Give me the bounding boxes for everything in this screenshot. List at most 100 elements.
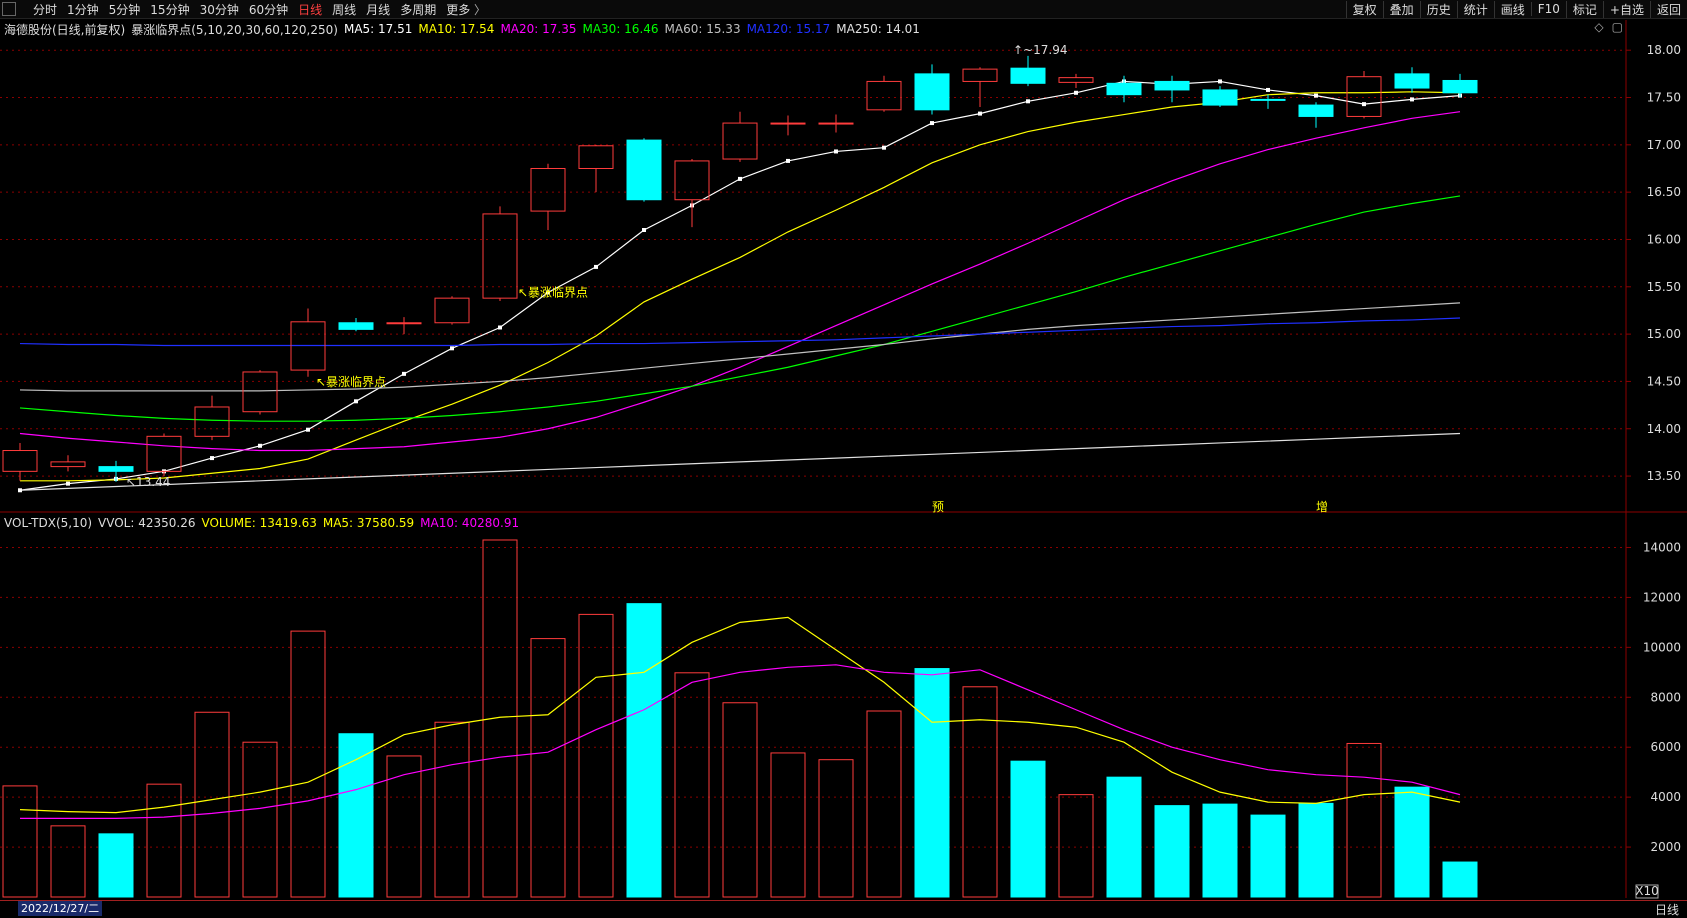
ma5-dot	[1410, 97, 1414, 102]
price-tick-label: 17.50	[1647, 91, 1681, 105]
volume-bar	[194, 711, 230, 898]
volume-bar	[98, 833, 134, 898]
candle-body	[386, 322, 422, 325]
volume-bar	[818, 759, 854, 898]
price-tick-label: 14.00	[1647, 422, 1681, 436]
candle-body	[962, 68, 998, 82]
xscale-label: X10	[1635, 884, 1659, 898]
candle-body	[242, 371, 278, 413]
candle-body	[194, 406, 230, 437]
candle-body	[98, 466, 134, 472]
ma5-dot	[402, 371, 406, 376]
volume-bar	[50, 825, 86, 898]
price-tick-label: 14.50	[1647, 374, 1681, 388]
candle-body	[722, 122, 758, 160]
bottom-axis-bar	[0, 900, 1687, 918]
period-label: 日线	[1654, 903, 1679, 917]
price-tick-label: 16.00	[1647, 232, 1681, 246]
ma5-dot	[594, 264, 598, 269]
candle-body	[1202, 89, 1238, 106]
candle-body	[770, 122, 806, 125]
high-price-annotation: ↑~17.94	[1013, 43, 1067, 57]
ma5-dot	[210, 456, 214, 461]
price-tick-label: 18.00	[1647, 43, 1681, 57]
volume-tick-label: 4000	[1650, 790, 1681, 804]
volume-tick-label: 12000	[1643, 590, 1681, 604]
volume-bar	[914, 668, 950, 898]
ma5-dot	[1266, 87, 1270, 92]
ma5-dot	[642, 228, 646, 233]
volume-bar	[578, 613, 614, 898]
ma5-dot	[1074, 90, 1078, 95]
volume-bar	[770, 752, 806, 898]
volume-bar	[146, 783, 182, 898]
ma5-dot	[1218, 79, 1222, 84]
candle-body	[866, 80, 902, 111]
volume-tick-label: 2000	[1650, 840, 1681, 854]
volume-tick-label: 10000	[1643, 640, 1681, 654]
ma5-dot	[1314, 93, 1318, 98]
volume-bar	[1202, 803, 1238, 898]
volume-tick-label: 14000	[1643, 540, 1681, 554]
volume-tick-label: 8000	[1650, 690, 1681, 704]
volume-bar	[242, 741, 278, 898]
ma5-dot	[354, 399, 358, 404]
candle-body	[1394, 73, 1430, 89]
volume-bar	[434, 721, 470, 898]
ma5-dot	[738, 176, 742, 181]
ma5-dot	[258, 443, 262, 448]
volume-bar	[386, 755, 422, 898]
ma-line-ma60	[19, 302, 1461, 392]
volume-bar	[866, 710, 902, 898]
candle-body	[146, 435, 182, 472]
price-tick-label: 13.50	[1647, 469, 1681, 483]
candle-body	[1106, 82, 1142, 96]
ma5-dot	[450, 346, 454, 351]
price-tick-label: 17.00	[1647, 138, 1681, 152]
ma5-dot	[66, 481, 70, 486]
ma5-dot	[786, 158, 790, 163]
volume-tick-label: 6000	[1650, 740, 1681, 754]
volume-bar	[290, 630, 326, 898]
stock-chart-canvas[interactable]: 13.50 14.00 14.50 15.00 15.50 16.00 16.50 17.00…	[0, 0, 1687, 917]
ma5-dot	[306, 427, 310, 432]
price-tick-label: 15.50	[1647, 280, 1681, 294]
candle-body	[626, 139, 662, 201]
ma5-dot	[834, 149, 838, 154]
volume-bar	[722, 702, 758, 898]
ma5-dot	[978, 111, 982, 116]
volume-ma5-line	[19, 616, 1461, 814]
low-price-annotation: ↖13.44	[126, 475, 170, 489]
volume-bar	[1106, 776, 1142, 898]
ma-line-ma120	[19, 317, 1461, 347]
ma5-dot	[498, 325, 502, 330]
volume-bar	[1154, 805, 1190, 898]
candle-body	[578, 145, 614, 169]
candle-body	[530, 167, 566, 212]
candle-body	[1298, 104, 1334, 117]
volume-bar	[1346, 742, 1382, 898]
ma5-dot	[882, 145, 886, 150]
volume-bar	[626, 603, 662, 898]
volume-bar	[338, 733, 374, 898]
volume-bar	[1250, 814, 1286, 898]
ma5-dot	[930, 121, 934, 126]
candle-body	[1346, 76, 1382, 117]
signal-label-2: ↖暴涨临界点	[518, 284, 588, 299]
ma-line-ma250	[19, 432, 1461, 491]
candle-body	[482, 213, 518, 299]
volume-bar	[674, 672, 710, 898]
volume-bar	[1394, 786, 1430, 898]
candle-body	[1250, 98, 1286, 101]
ma5-dot	[1362, 102, 1366, 107]
candle-body	[338, 322, 374, 330]
ma-line-ma20	[19, 111, 1461, 452]
volume-bar	[962, 686, 998, 898]
volume-bar	[482, 539, 518, 898]
volume-bar	[1442, 861, 1478, 898]
candle-body	[50, 461, 86, 468]
volume-bar	[1298, 802, 1334, 898]
candle-body	[1442, 79, 1478, 94]
event-tag-1: 预	[932, 500, 944, 514]
candle-body	[2, 450, 38, 472]
